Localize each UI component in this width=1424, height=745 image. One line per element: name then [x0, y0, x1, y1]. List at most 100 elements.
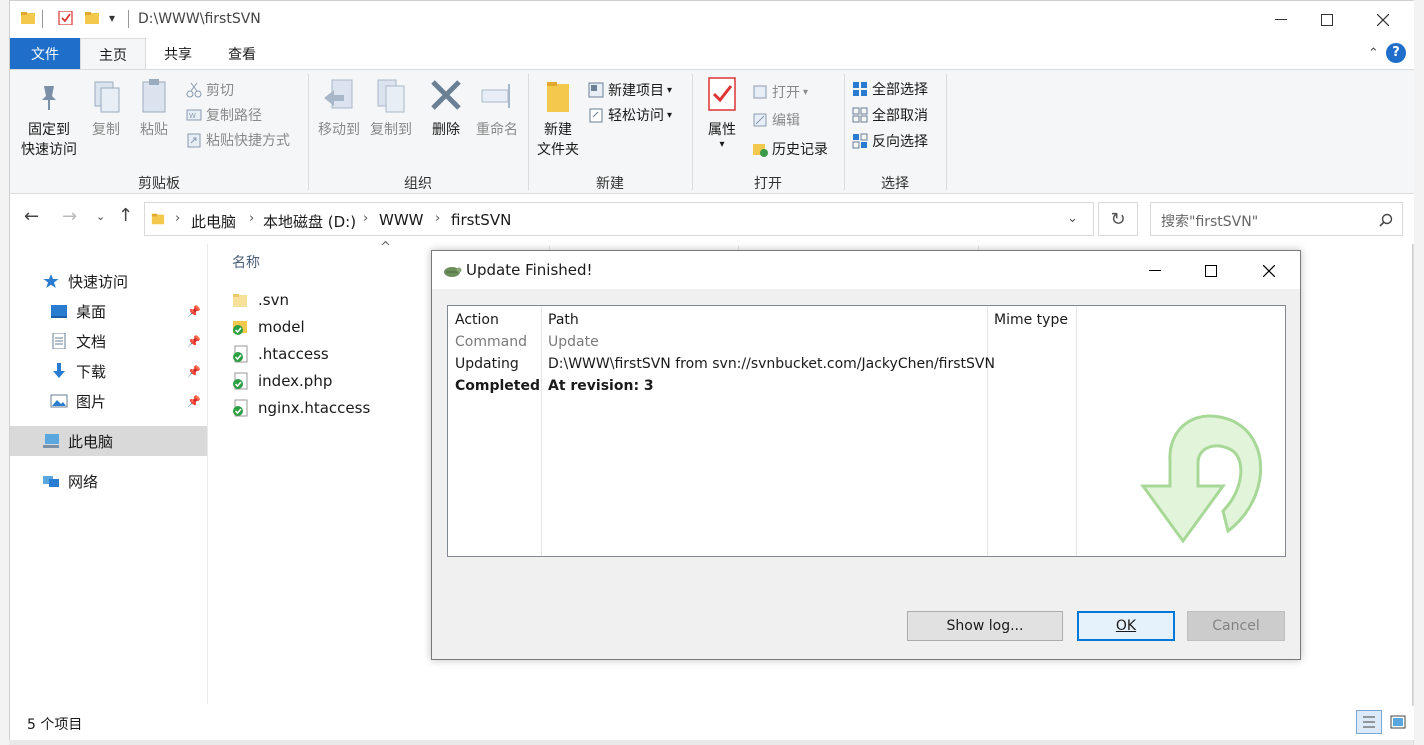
copy-path-button[interactable]: W 复制路径 — [186, 103, 262, 127]
column-header-action[interactable]: Action — [455, 309, 499, 331]
select-all-label: 全部选择 — [872, 82, 928, 98]
maximize-button[interactable] — [1304, 5, 1350, 35]
recent-locations-chevron-icon[interactable]: ⌄ — [96, 210, 105, 223]
search-box[interactable]: 搜索"firstSVN" — [1150, 202, 1403, 236]
help-icon[interactable]: ? — [1386, 43, 1406, 63]
large-icons-view-icon — [1390, 715, 1406, 729]
show-log-button[interactable]: Show log... — [907, 611, 1063, 641]
cancel-button[interactable]: Cancel — [1187, 611, 1285, 641]
breadcrumb-www[interactable]: WWW — [379, 211, 424, 229]
background-window-right — [1413, 0, 1424, 745]
cancel-label: Cancel — [1212, 618, 1260, 634]
file-row[interactable]: nginx.htaccess — [232, 395, 370, 421]
address-dropdown-chevron-icon[interactable]: ⌄ — [1067, 211, 1078, 226]
delete-button[interactable]: 删除 — [426, 76, 466, 140]
dialog-close-button[interactable] — [1246, 257, 1292, 285]
tab-file[interactable]: 文件 — [10, 38, 80, 69]
file-name: index.php — [258, 372, 333, 390]
dropdown-arrow-icon: ▾ — [667, 109, 673, 121]
copy-to-button[interactable]: 复制到 — [366, 76, 416, 140]
breadcrumb-firstsvn[interactable]: firstSVN — [451, 211, 511, 229]
new-folder-icon — [547, 82, 569, 112]
update-results-list[interactable]: Action Path Mime type Command Update Upd… — [447, 305, 1286, 557]
nav-downloads[interactable]: 下载 📌 — [10, 356, 207, 386]
nav-network[interactable]: 网络 — [10, 466, 207, 496]
up-arrow-icon[interactable]: ↑ — [118, 205, 133, 226]
invert-selection-label: 反向选择 — [872, 134, 928, 150]
select-none-button[interactable]: 全部取消 — [852, 103, 928, 127]
pinned-icon: 📌 — [187, 304, 201, 318]
row-path: D:\WWW\firstSVN from svn://svnbucket.com… — [548, 356, 995, 372]
history-label: 历史记录 — [772, 142, 828, 158]
new-item-label: 新建项目 — [608, 83, 664, 99]
ok-button[interactable]: OK — [1077, 611, 1175, 641]
easy-access-button[interactable]: 轻松访问 ▾ — [588, 103, 672, 127]
column-divider — [541, 306, 542, 556]
copy-to-icon — [377, 79, 405, 113]
nav-quick-access[interactable]: 快速访问 — [10, 266, 207, 296]
file-row[interactable]: .htaccess — [232, 341, 329, 367]
item-count: 5 个项目 — [27, 717, 83, 733]
star-icon — [43, 274, 59, 288]
new-folder-quick-icon[interactable] — [84, 11, 100, 25]
collapse-ribbon-icon[interactable]: ⌃ — [1368, 46, 1379, 61]
search-icon[interactable] — [1379, 213, 1393, 227]
tab-share[interactable]: 共享 — [158, 38, 198, 69]
row-path: Update — [548, 334, 599, 350]
nav-desktop[interactable]: 桌面 📌 — [10, 296, 207, 326]
file-name: .htaccess — [258, 345, 329, 363]
file-row[interactable]: model — [232, 314, 305, 340]
tab-home[interactable]: 主页 — [80, 38, 146, 70]
close-button[interactable] — [1360, 5, 1406, 35]
paste-button[interactable]: 粘贴 — [136, 76, 172, 140]
copy-label: 复制 — [92, 122, 120, 138]
breadcrumb-separator-icon: › — [175, 211, 181, 226]
column-header-mime-type[interactable]: Mime type — [994, 309, 1068, 331]
cut-button[interactable]: 剪切 — [186, 78, 234, 102]
new-folder-button[interactable]: 新建 文件夹 — [532, 76, 584, 160]
details-view-button[interactable] — [1356, 710, 1382, 734]
new-folder-label-2: 文件夹 — [537, 142, 579, 158]
column-header-path[interactable]: Path — [548, 309, 579, 331]
dialog-minimize-button[interactable] — [1132, 257, 1178, 285]
breadcrumb-local-disk[interactable]: 本地磁盘 (D:) — [263, 211, 356, 232]
tab-view[interactable]: 查看 — [222, 38, 262, 69]
nav-pictures[interactable]: 图片 📌 — [10, 386, 207, 416]
invert-selection-button[interactable]: 反向选择 — [852, 129, 928, 153]
file-row[interactable]: .svn — [232, 287, 289, 313]
minimize-button[interactable] — [1258, 5, 1304, 35]
pin-label-2: 快速访问 — [21, 142, 77, 158]
dialog-maximize-button[interactable] — [1188, 257, 1234, 285]
open-button[interactable]: 打开 ▾ — [752, 80, 808, 104]
forward-arrow-icon[interactable]: → — [62, 206, 77, 227]
refresh-icon: ↻ — [1110, 208, 1126, 230]
breadcrumb-this-pc[interactable]: 此电脑 — [191, 211, 236, 232]
computer-icon — [43, 434, 59, 448]
properties-quick-icon[interactable] — [58, 11, 74, 25]
large-icons-view-button[interactable] — [1386, 710, 1410, 734]
refresh-button[interactable]: ↻ — [1098, 202, 1138, 236]
rename-button[interactable]: 重命名 — [472, 76, 522, 140]
pinned-icon: 📌 — [187, 394, 201, 408]
nav-documents[interactable]: 文档 📌 — [10, 326, 207, 356]
move-to-button[interactable]: 移动到 — [314, 76, 364, 140]
new-item-button[interactable]: 新建项目 ▾ — [588, 78, 672, 102]
select-all-button[interactable]: 全部选择 — [852, 77, 928, 101]
new-folder-label-1: 新建 — [544, 122, 572, 138]
history-button[interactable]: 历史记录 — [752, 137, 828, 161]
pin-quick-access-button[interactable]: 固定到 快速访问 — [18, 76, 80, 160]
column-header-name[interactable]: 名称 — [232, 252, 260, 272]
group-label-select: 选择 — [881, 176, 909, 192]
status-bar: 5 个项目 — [10, 706, 1414, 740]
back-arrow-icon[interactable]: ← — [24, 206, 39, 227]
nav-this-pc[interactable]: 此电脑 — [10, 426, 207, 456]
dialog-title-bar: Update Finished! — [432, 251, 1300, 289]
quick-access-dropdown-icon[interactable]: ▾ — [109, 11, 115, 25]
dropdown-arrow-icon: ▾ — [667, 84, 673, 96]
copy-button[interactable]: 复制 — [88, 76, 124, 140]
edit-button[interactable]: 编辑 — [752, 108, 800, 132]
address-bar[interactable]: › 此电脑 › 本地磁盘 (D:) › WWW › firstSVN ⌄ — [144, 202, 1094, 236]
properties-button[interactable]: 属性 ▾ — [702, 76, 742, 150]
paste-shortcut-button[interactable]: 粘贴快捷方式 — [186, 128, 290, 152]
file-row[interactable]: index.php — [232, 368, 332, 394]
